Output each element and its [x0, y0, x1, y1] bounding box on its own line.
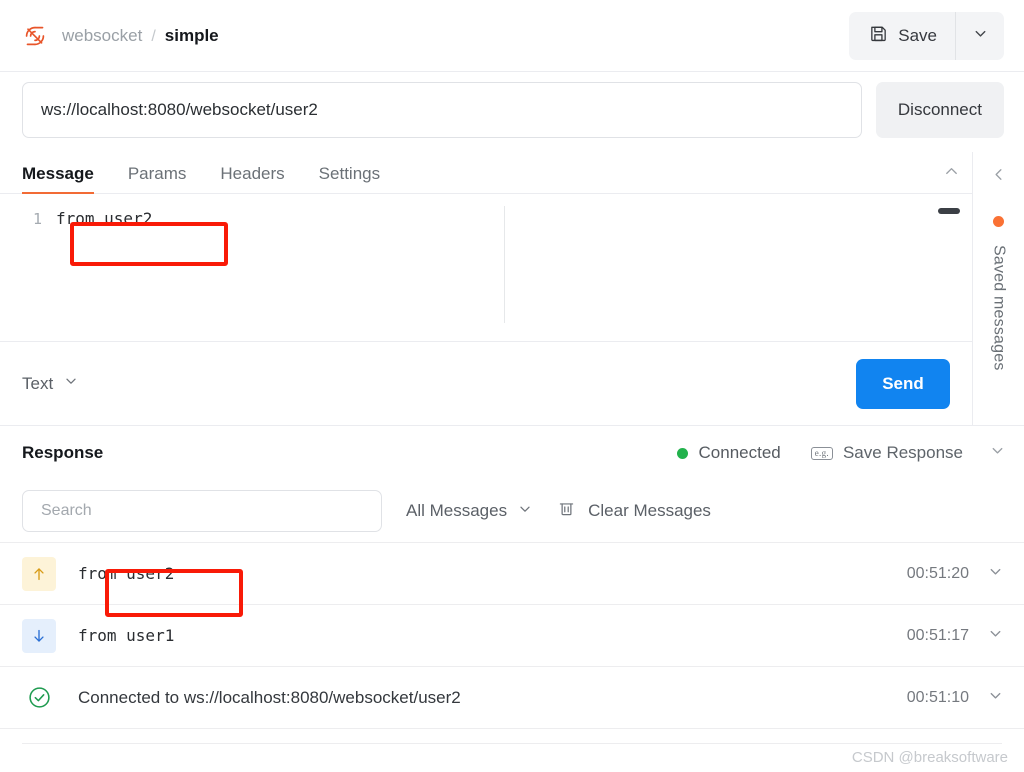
tab-message[interactable]: Message — [22, 164, 94, 194]
response-title: Response — [22, 443, 104, 462]
message-text: Connected to ws://localhost:8080/websock… — [78, 687, 461, 707]
search-input-placeholder: Search — [41, 502, 92, 519]
message-list: from user2 00:51:20 from user1 00:51:17 — [0, 542, 1024, 729]
message-timestamp: 00:51:17 — [906, 626, 969, 644]
message-filter-label: All Messages — [406, 501, 508, 520]
save-response-label: Save Response — [842, 443, 963, 462]
chevron-up-icon — [943, 167, 960, 184]
breadcrumb-parent[interactable]: websocket — [62, 26, 142, 46]
eg-box-icon: e.g. — [810, 446, 833, 460]
check-circle-icon — [22, 681, 56, 715]
breadcrumb: websocket / simple — [62, 26, 219, 46]
watermark: CSDN @breaksoftware — [851, 749, 1008, 766]
save-button-group: Save — [849, 11, 1004, 60]
tab-headers[interactable]: Headers — [220, 164, 284, 193]
tab-params-label: Params — [127, 164, 187, 183]
message-editor[interactable]: 1 from user2 — [0, 194, 972, 342]
editor-line: 1 from user2 — [0, 206, 972, 232]
breadcrumb-separator: / — [151, 27, 156, 45]
editor-vertical-rule — [504, 206, 505, 323]
saved-messages-rail: Saved messages — [972, 152, 1024, 426]
save-response-button[interactable]: e.g. Save Response — [810, 443, 963, 463]
websocket-icon — [22, 23, 48, 49]
request-tabs: Message Params Headers Settings — [0, 152, 972, 194]
response-header: Response Connected e.g. Save Response — [0, 426, 1024, 480]
request-collapse-button[interactable] — [943, 163, 960, 193]
editor-scrollbar[interactable] — [938, 208, 960, 214]
message-text: from user2 — [78, 564, 175, 583]
connection-bar: ws://localhost:8080/websocket/user2 Disc… — [0, 72, 1024, 152]
message-expand-button[interactable] — [987, 563, 1004, 585]
message-timestamp: 00:51:20 — [906, 564, 969, 582]
send-button[interactable]: Send — [856, 358, 950, 409]
message-row-received[interactable]: from user1 00:51:17 — [0, 605, 1024, 667]
editor-line-number: 1 — [32, 210, 42, 228]
url-input-value: ws://localhost:8080/websocket/user2 — [41, 100, 318, 119]
send-bar: Text Send — [0, 342, 972, 426]
tab-message-label: Message — [22, 164, 94, 183]
save-button-label: Save — [898, 25, 937, 45]
message-expand-button[interactable] — [987, 625, 1004, 647]
message-timestamp: 00:51:10 — [906, 688, 969, 706]
search-input[interactable]: Search — [22, 490, 382, 532]
chevron-left-icon — [990, 169, 1007, 187]
saved-messages-expand-button[interactable] — [990, 166, 1007, 188]
disconnect-button[interactable]: Disconnect — [875, 82, 1004, 138]
trash-icon — [557, 499, 576, 523]
body-type-label: Text — [22, 373, 54, 393]
save-button[interactable]: Save — [849, 11, 956, 60]
tab-headers-label: Headers — [220, 164, 285, 183]
breadcrumb-current[interactable]: simple — [165, 26, 219, 46]
message-row-info[interactable]: Connected to ws://localhost:8080/websock… — [0, 667, 1024, 729]
chevron-down-icon — [989, 446, 1006, 463]
chevron-down-icon — [517, 501, 533, 522]
message-text: from user1 — [78, 626, 175, 645]
websocket-client-app: websocket / simple Save ws://localhost:8… — [0, 0, 1024, 772]
tab-params[interactable]: Params — [128, 164, 187, 193]
tab-settings[interactable]: Settings — [319, 164, 380, 193]
connection-status-label: Connected — [698, 443, 781, 462]
response-collapse-button[interactable] — [989, 442, 1006, 464]
saved-messages-label[interactable]: Saved messages — [990, 245, 1008, 371]
message-expand-button[interactable] — [987, 687, 1004, 709]
chevron-down-icon — [63, 373, 79, 394]
app-header: websocket / simple Save — [0, 0, 1024, 72]
status-dot-icon — [676, 447, 688, 459]
floppy-disk-icon — [869, 24, 888, 48]
arrow-down-icon — [22, 618, 56, 653]
bottom-divider — [22, 743, 1002, 744]
message-row-sent[interactable]: from user2 00:51:20 — [0, 543, 1024, 605]
body-type-select[interactable]: Text — [22, 373, 79, 394]
response-toolbar: Search All Messages Clear Messages — [0, 480, 1024, 542]
disconnect-button-label: Disconnect — [897, 100, 982, 119]
saved-messages-indicator-dot — [993, 216, 1004, 227]
message-filter-select[interactable]: All Messages — [406, 501, 533, 522]
save-dropdown-button[interactable] — [956, 12, 1004, 60]
request-section: Message Params Headers Settings 1 from u… — [0, 152, 1024, 426]
send-button-label: Send — [882, 373, 924, 393]
chevron-down-icon — [972, 25, 989, 47]
tab-settings-label: Settings — [318, 164, 381, 183]
arrow-up-icon — [22, 556, 56, 591]
clear-messages-button[interactable]: Clear Messages — [557, 499, 711, 523]
editor-line-content[interactable]: from user2 — [56, 206, 152, 232]
connection-status: Connected — [676, 443, 781, 463]
clear-messages-label: Clear Messages — [588, 501, 711, 520]
request-main: Message Params Headers Settings 1 from u… — [0, 152, 972, 426]
url-input[interactable]: ws://localhost:8080/websocket/user2 — [22, 82, 862, 138]
